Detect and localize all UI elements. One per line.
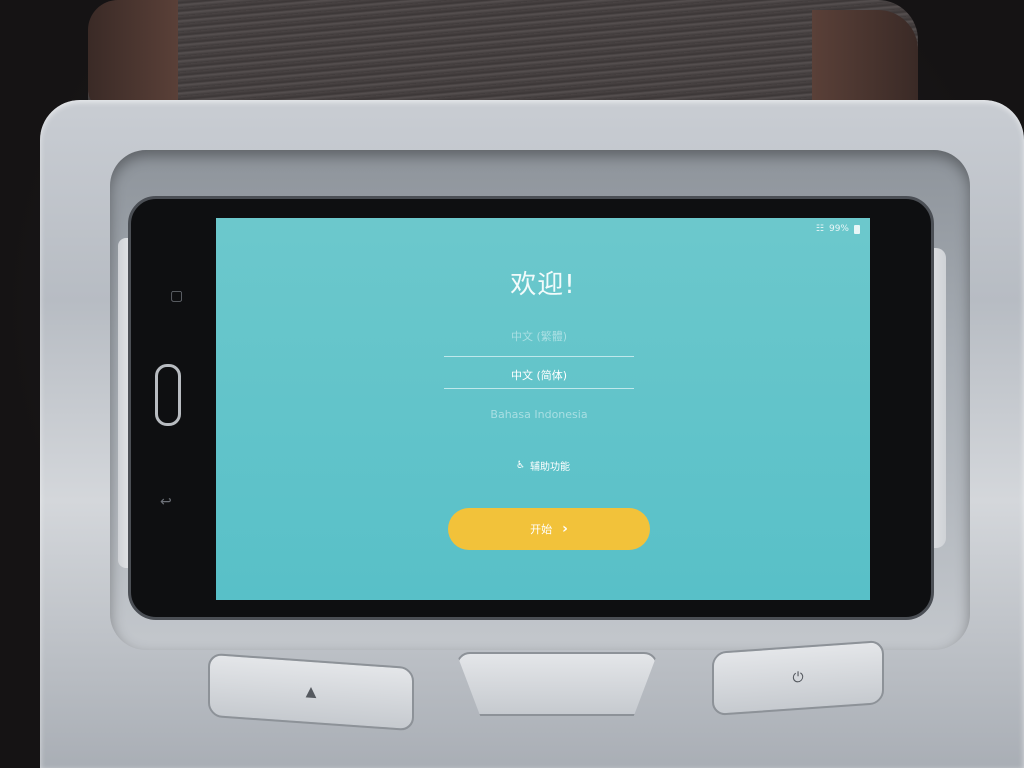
battery-icon xyxy=(854,224,860,234)
language-divider xyxy=(444,356,634,357)
language-option-bahasa-indonesia[interactable]: Bahasa Indonesia xyxy=(444,408,634,421)
center-hardware-button[interactable] xyxy=(456,652,658,716)
accessibility-icon: ♿︎ xyxy=(516,460,525,471)
leather-armrest-left xyxy=(88,0,178,110)
language-option-traditional-chinese[interactable]: 中文 (繁體) xyxy=(444,328,634,344)
home-button[interactable] xyxy=(155,364,181,426)
accessibility-label: 辅助功能 xyxy=(529,462,570,473)
battery-level: 99% xyxy=(828,224,849,234)
signal-icon: ☷ xyxy=(815,224,824,234)
tablet-screen: ☷ 99% 欢迎! 中文 (繁體) 中文 (简体) Bahasa Indones… xyxy=(216,218,870,600)
power-button[interactable]: ⏻ xyxy=(712,639,884,717)
chevron-right-icon: › xyxy=(562,521,568,537)
accessibility-link[interactable]: ♿︎ 辅助功能 xyxy=(216,458,870,473)
power-icon: ⏻ xyxy=(792,669,804,687)
language-option-simplified-chinese[interactable]: 中文 (简体) xyxy=(444,367,634,383)
recent-apps-icon[interactable]: ▢ xyxy=(170,288,183,304)
start-button[interactable]: 开始 › xyxy=(448,508,650,550)
status-bar: ☷ 99% xyxy=(816,224,860,234)
language-divider xyxy=(444,388,634,389)
start-button-label: 开始 xyxy=(530,523,553,536)
back-icon[interactable]: ↩ xyxy=(160,494,172,510)
car-rear-console: ▢ ↩ ☷ 99% 欢迎! 中文 (繁體) 中文 (简体) Bahasa Ind… xyxy=(0,0,1024,768)
page-title: 欢迎! xyxy=(510,270,576,300)
eject-icon: ▲ xyxy=(305,683,317,701)
